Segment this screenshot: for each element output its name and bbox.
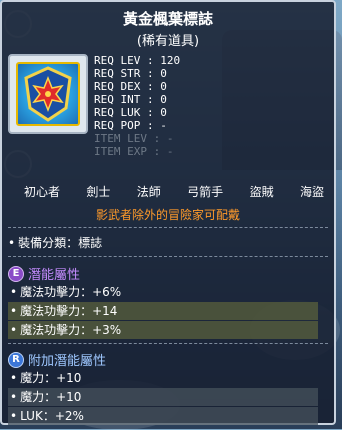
bonus-potential-line: • LUK：+2% (8, 407, 318, 425)
req-row: REQ LUK : 0 (94, 106, 167, 119)
bonus-potential-title: 附加潛能屬性 (28, 354, 107, 369)
job-warrior: 劍士 (86, 185, 111, 199)
bonus-potential-header: R 附加潛能屬性 (8, 350, 106, 369)
divider (8, 256, 328, 257)
potential-line: • 魔法功擊力：+6% (10, 285, 122, 299)
item-icon-frame (8, 54, 88, 134)
req-row: REQ LEV : 120 (94, 54, 181, 67)
req-row: REQ INT : 0 (94, 93, 167, 106)
potential-header: E 潛能屬性 (8, 264, 80, 283)
bonus-potential-line: • 魔力：+10 (8, 388, 318, 406)
equip-category: • 裝備分類：標誌 (8, 236, 103, 250)
rare-badge-icon: R (8, 351, 24, 368)
golden-maple-leaf-emblem-icon (16, 62, 80, 126)
item-name: 黃金楓葉標誌 (122, 10, 213, 28)
job-warning: 影武者除外的冒險家可配戴 (95, 208, 240, 222)
item-tooltip: 黃金楓葉標誌 (稀有道具) REQ LEV : 120 REQ STR : 0 … (0, 0, 336, 425)
divider (8, 227, 328, 228)
divider (8, 343, 328, 344)
bonus-potential-line: • 魔力：+10 (10, 371, 82, 385)
job-beginner: 初心者 (24, 185, 61, 199)
epic-badge-icon: E (8, 265, 24, 282)
requirements-list: REQ LEV : 120 REQ STR : 0 REQ DEX : 0 RE… (94, 54, 180, 158)
job-magician: 法師 (136, 185, 161, 199)
req-row: REQ STR : 0 (94, 67, 167, 80)
job-thief: 盜賊 (249, 185, 274, 199)
req-row: ITEM EXP : - (94, 145, 174, 158)
job-list: 初心者 劍士 法師 弓箭手 盜賊 海盜 (24, 183, 324, 200)
job-pirate: 海盜 (299, 185, 324, 199)
req-row: REQ POP : - (94, 119, 167, 132)
potential-line: • 魔法功擊力：+3% (8, 321, 318, 339)
req-row: ITEM LEV : - (94, 132, 174, 145)
potential-line: • 魔法功擊力：+14 (8, 302, 318, 320)
job-bowman: 弓箭手 (187, 185, 224, 199)
req-row: REQ DEX : 0 (94, 80, 167, 93)
item-rarity: (稀有道具) (136, 34, 200, 49)
potential-title: 潛能屬性 (28, 268, 81, 283)
